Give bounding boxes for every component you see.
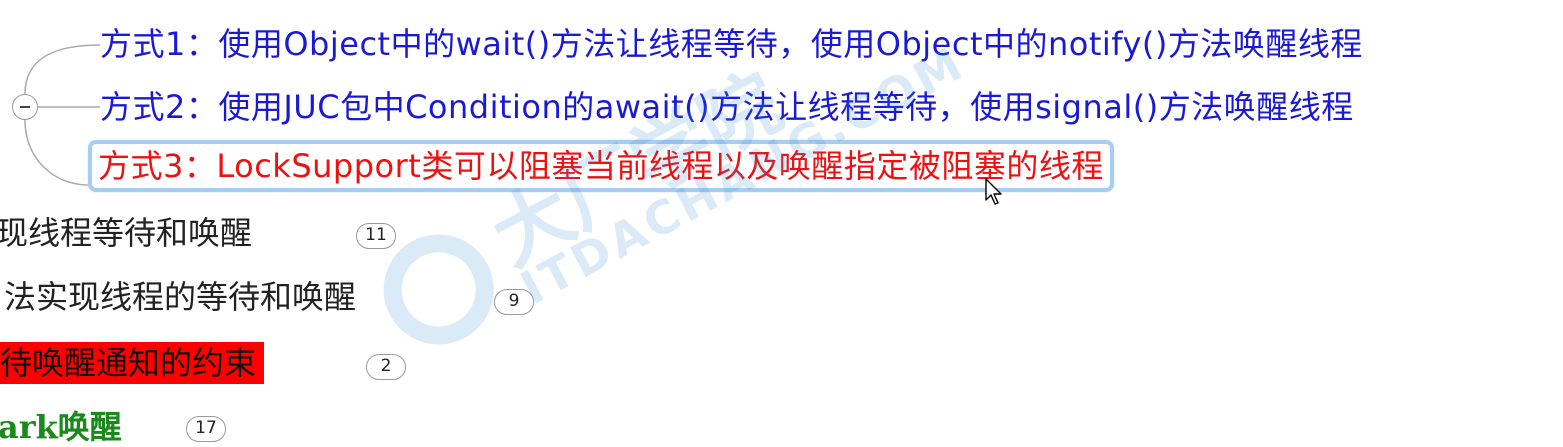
mindmap-node-method-2[interactable]: 方式2：使用JUC包中Condition的await()方法让线程等待，使用si… [100,85,1354,129]
mindmap-node-method-1[interactable]: 方式1：使用Object中的wait()方法让线程等待，使用Object中的no… [100,22,1363,66]
topic-count-badge: 17 [186,416,226,442]
topic-count-badge: 9 [494,289,534,315]
arrow-cursor-icon [985,178,1002,205]
topic-park-unpark[interactable]: ark唤醒 [0,406,122,447]
topic-count-badge: 2 [366,354,406,380]
watermark-logo: 大厂学院 ITDACHANG.COM [328,0,974,447]
topic-method-wait-notify[interactable]: 法实现线程的等待和唤醒 [4,276,356,318]
topic-count-badge: 11 [356,223,396,249]
collapse-toggle-button[interactable] [12,94,38,120]
topic-notify-constraints[interactable]: 待唤醒通知的约束 [0,342,265,384]
mindmap-node-method-3[interactable]: 方式3：LockSupport类可以阻塞当前线程以及唤醒指定被阻塞的线程 [88,140,1114,192]
topic-thread-wait-notify[interactable]: 现线程等待和唤醒 [0,212,252,254]
minus-icon [20,106,30,108]
